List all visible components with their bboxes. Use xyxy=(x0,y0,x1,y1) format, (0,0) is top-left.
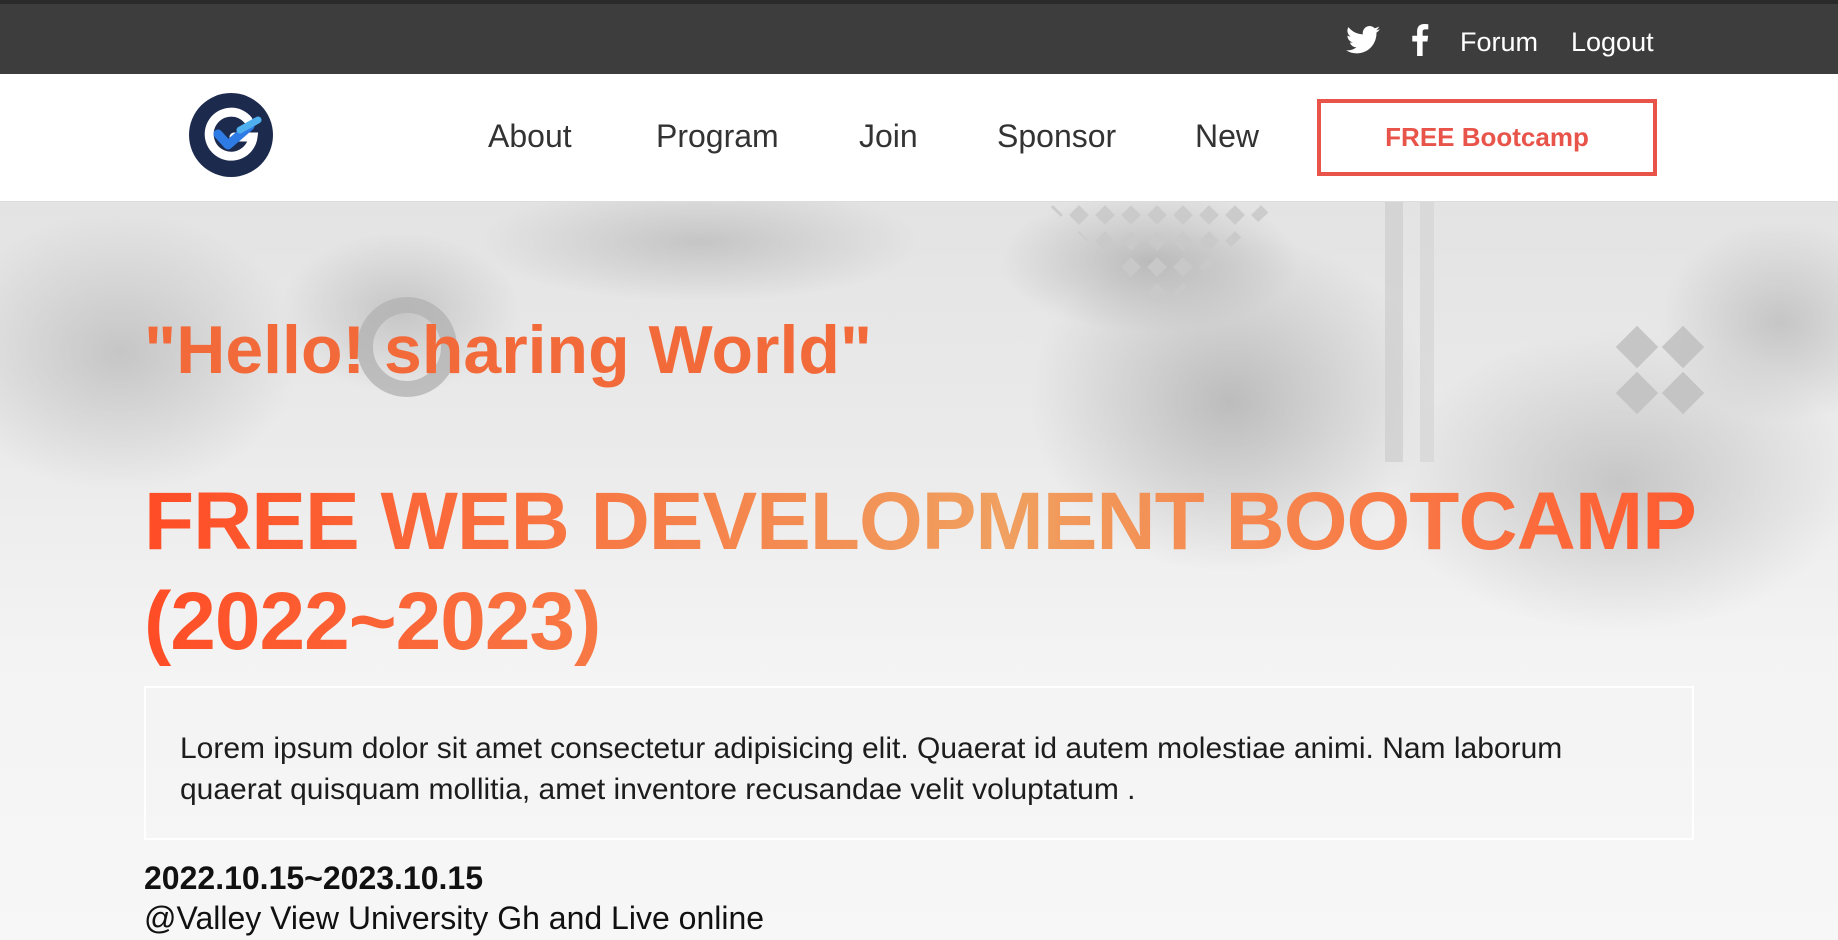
facebook-icon[interactable] xyxy=(1408,22,1432,58)
nav-item-program[interactable]: Program xyxy=(656,116,779,156)
hero-headline: FREE WEB DEVELOPMENT BOOTCAMP (2022~2023… xyxy=(144,472,1704,672)
hero-tagline: "Hello! sharing World" xyxy=(144,312,873,388)
top-utility-bar: Forum Logout xyxy=(0,0,1838,74)
hero-headline-line2: (2022~2023) xyxy=(144,576,601,667)
logout-link[interactable]: Logout xyxy=(1571,24,1654,60)
bootcamp-dates: 2022.10.15~2023.10.15 xyxy=(144,860,483,896)
nav-item-sponsor[interactable]: Sponsor xyxy=(997,116,1116,156)
nav-item-join[interactable]: Join xyxy=(859,116,918,156)
nav-item-about[interactable]: About xyxy=(488,116,572,156)
facebook-icon-glyph xyxy=(1412,24,1429,56)
forum-link[interactable]: Forum xyxy=(1460,24,1538,60)
bootcamp-venue: @Valley View University Gh and Live onli… xyxy=(144,900,765,936)
logo-glyph xyxy=(189,93,273,177)
hero-description: Lorem ipsum dolor sit amet consectetur a… xyxy=(144,686,1694,840)
twitter-icon-glyph xyxy=(1346,26,1380,54)
hero-headline-line1: FREE WEB DEVELOPMENT BOOTCAMP xyxy=(144,476,1696,567)
hero-section: "Hello! sharing World" FREE WEB DEVELOPM… xyxy=(0,202,1838,940)
logo-icon[interactable] xyxy=(188,92,274,178)
twitter-icon[interactable] xyxy=(1345,22,1381,58)
free-bootcamp-button[interactable]: FREE Bootcamp xyxy=(1317,99,1657,176)
nav-item-new[interactable]: New xyxy=(1195,116,1259,156)
main-navbar: About Program Join Sponsor New FREE Boot… xyxy=(0,74,1838,202)
